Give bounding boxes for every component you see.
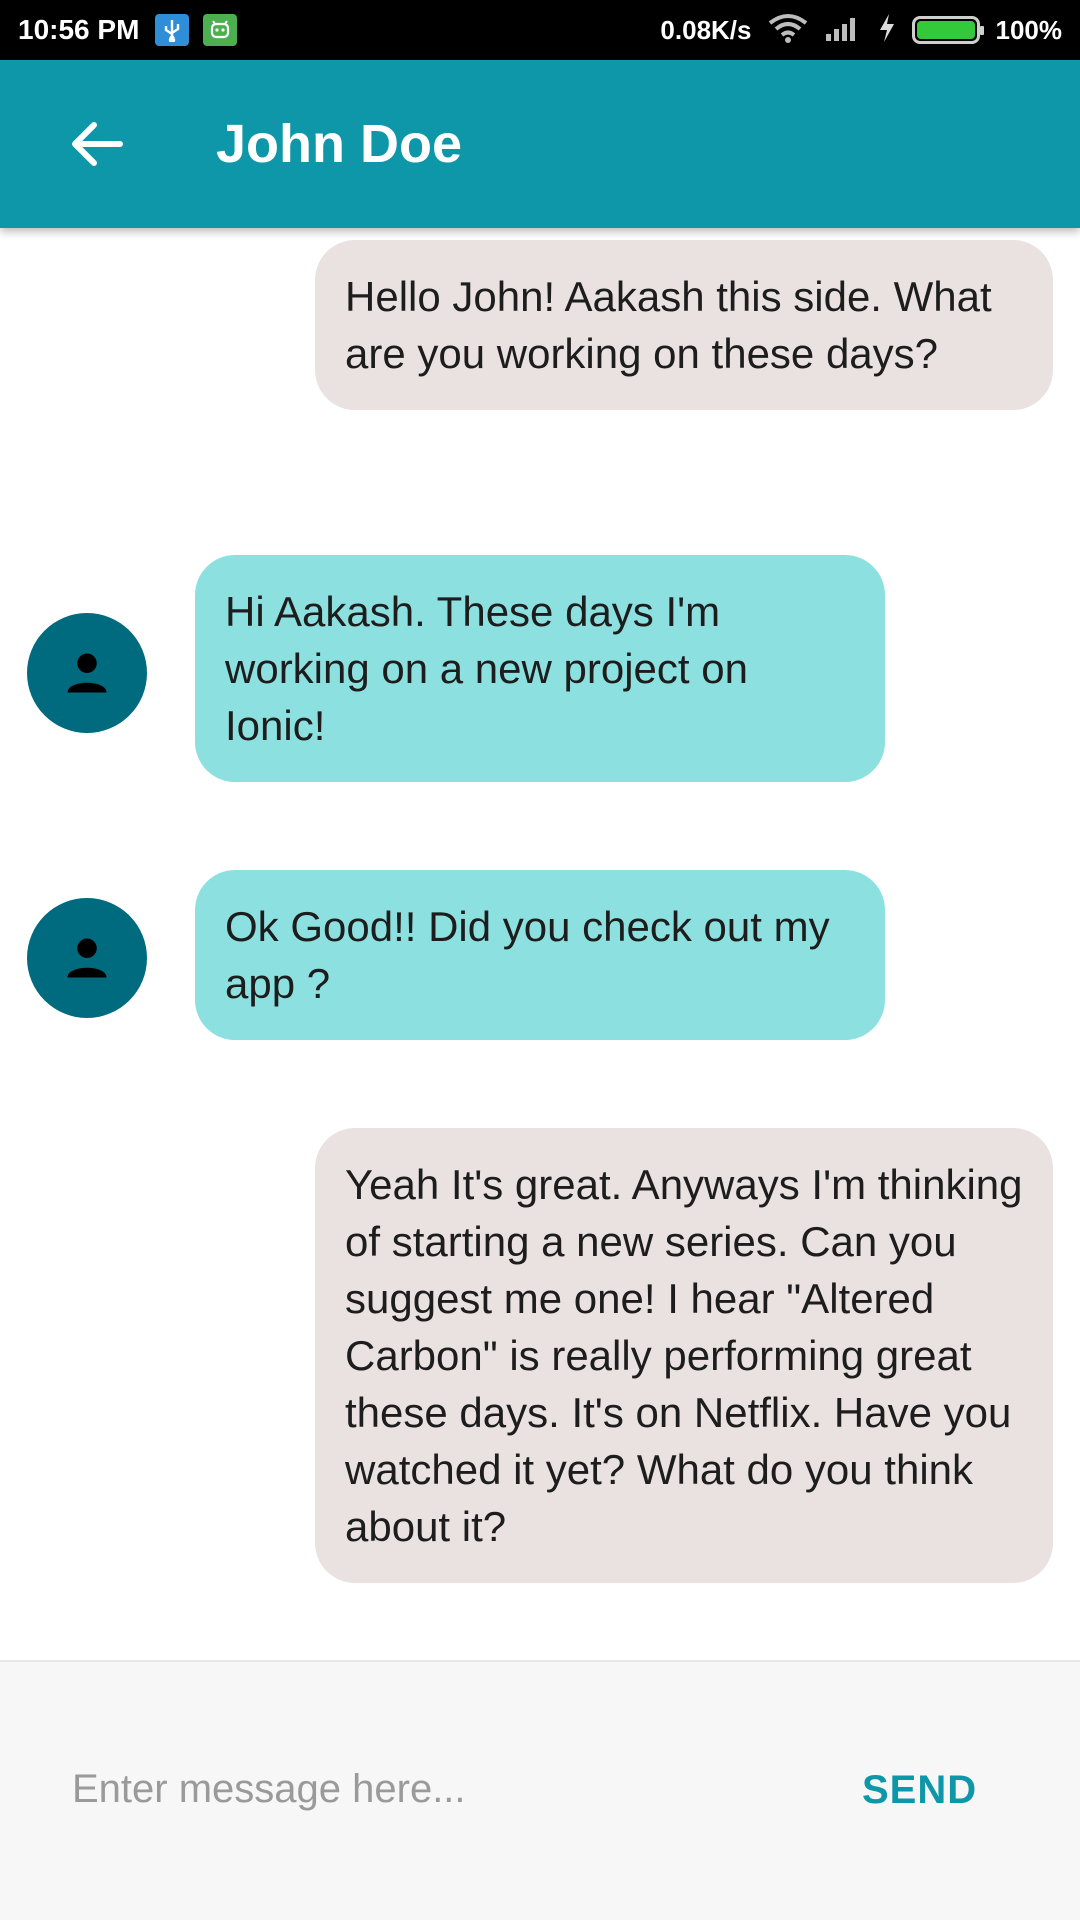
status-bar: 10:56 PM 0.08K/s 100% <box>0 0 1080 60</box>
message-composer: SEND <box>0 1660 1080 1920</box>
avatar <box>27 898 147 1018</box>
message-bubble-received: Ok Good!! Did you check out my app ? <box>195 870 885 1040</box>
battery-icon <box>911 16 984 44</box>
message-input[interactable] <box>72 1754 772 1824</box>
person-icon <box>67 653 107 693</box>
message-list[interactable]: Hello John! Aakash this side. What are y… <box>0 228 1080 1660</box>
arrow-left-icon <box>72 122 123 166</box>
usb-debug-icon <box>155 14 190 46</box>
android-bot-icon <box>203 14 238 46</box>
cellular-signal-icon <box>824 14 862 47</box>
app-toolbar: John Doe <box>0 60 1080 228</box>
message-bubble-sent: Hello John! Aakash this side. What are y… <box>315 240 1053 410</box>
back-button[interactable] <box>36 84 156 204</box>
send-button[interactable]: SEND <box>846 1752 993 1828</box>
person-icon <box>67 938 107 978</box>
network-speed: 0.08K/s <box>660 14 752 45</box>
charging-bolt-icon <box>878 13 896 48</box>
message-bubble-sent: Yeah It's great. Anyways I'm thinking of… <box>315 1128 1053 1583</box>
battery-percent: 100% <box>995 14 1063 45</box>
page-title: John Doe <box>216 114 463 174</box>
message-bubble-received: Hi Aakash. These days I'm working on a n… <box>195 555 885 782</box>
status-time: 10:56 PM <box>18 14 140 45</box>
wifi-icon <box>768 13 808 48</box>
avatar <box>27 613 147 733</box>
